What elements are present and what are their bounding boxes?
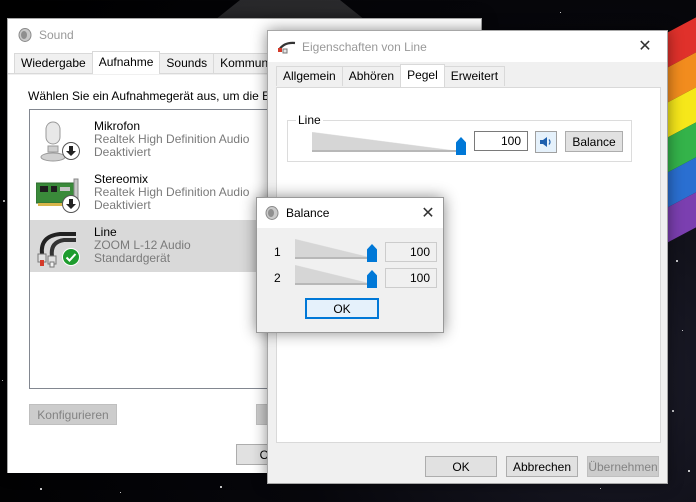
channel-label: 2: [274, 271, 281, 285]
channel-1-slider[interactable]: [295, 239, 377, 262]
close-icon: ✕: [421, 205, 435, 222]
device-item-stereomix[interactable]: Stereomix Realtek High Definition Audio …: [30, 167, 270, 219]
balance-dialog-title: Balance: [286, 206, 330, 220]
device-status: Standardgerät: [94, 251, 171, 265]
sound-window-title: Sound: [39, 27, 74, 42]
line-level-group: Line 100 Balance: [287, 113, 632, 162]
channel-2-slider[interactable]: [295, 265, 377, 288]
down-arrow-icon: [62, 195, 80, 213]
slider-ramp: [295, 239, 377, 259]
slider-ramp: [312, 132, 466, 152]
slider-ramp: [295, 265, 377, 285]
channel-1-value[interactable]: 100: [385, 242, 437, 262]
tab-sounds[interactable]: Sounds: [159, 53, 215, 73]
line-level-slider[interactable]: [312, 132, 466, 155]
tab-abhoeren[interactable]: Abhören: [341, 66, 402, 86]
mute-toggle-button[interactable]: [535, 131, 557, 153]
properties-tabs: Allgemein Abhören Pegel Erweitert: [268, 62, 667, 87]
properties-close-button[interactable]: ✕: [623, 31, 667, 61]
balance-dialog: Balance ✕ 1 100 2 100 OK: [256, 197, 444, 333]
tab-erweitert[interactable]: Erweitert: [443, 66, 506, 86]
instruction-text: Wählen Sie ein Aufnahmegerät aus, um die…: [28, 89, 280, 103]
slider-track: [295, 283, 377, 285]
slider-track: [295, 257, 377, 259]
cable-app-icon: [278, 41, 296, 53]
configure-button[interactable]: Konfigurieren: [29, 404, 117, 425]
slider-track: [312, 150, 466, 152]
line-group-label: Line: [296, 113, 323, 127]
device-status: Deaktiviert: [94, 145, 151, 159]
channel-label: 1: [274, 245, 281, 259]
properties-ok-button[interactable]: OK: [425, 456, 497, 477]
device-driver: Realtek High Definition Audio: [94, 185, 250, 199]
tab-aufnahme[interactable]: Aufnahme: [91, 51, 161, 74]
device-name: Stereomix: [94, 172, 149, 186]
properties-cancel-button[interactable]: Abbrechen: [506, 456, 578, 477]
tab-wiedergabe[interactable]: Wiedergabe: [14, 53, 93, 73]
device-status: Deaktiviert: [94, 198, 151, 212]
properties-titlebar[interactable]: Eigenschaften von Line ✕: [268, 31, 667, 62]
checkmark-icon: [62, 248, 80, 266]
device-driver: Realtek High Definition Audio: [94, 132, 250, 146]
tab-pegel[interactable]: Pegel: [400, 64, 445, 87]
device-name: Mikrofon: [94, 119, 141, 133]
device-driver: ZOOM L-12 Audio: [94, 238, 191, 252]
device-list[interactable]: Mikrofon Realtek High Definition Audio D…: [29, 109, 279, 389]
device-item-line[interactable]: Line ZOOM L-12 Audio Standardgerät: [30, 220, 270, 272]
channel-2-value[interactable]: 100: [385, 268, 437, 288]
close-icon: ✕: [638, 38, 652, 55]
speaker-app-icon: [265, 206, 279, 220]
properties-window-title: Eigenschaften von Line: [302, 39, 427, 54]
balance-ok-button[interactable]: OK: [305, 298, 379, 319]
properties-apply-button[interactable]: Übernehmen: [587, 456, 659, 477]
tab-allgemein[interactable]: Allgemein: [276, 66, 343, 86]
line-level-value[interactable]: 100: [474, 131, 528, 151]
balance-close-button[interactable]: ✕: [413, 198, 443, 228]
device-name: Line: [94, 225, 117, 239]
device-item-mikrofon[interactable]: Mikrofon Realtek High Definition Audio D…: [30, 114, 270, 166]
speaker-icon: [540, 137, 551, 147]
balance-button[interactable]: Balance: [565, 131, 623, 152]
speaker-app-icon: [18, 27, 32, 42]
balance-titlebar[interactable]: Balance ✕: [257, 198, 443, 228]
down-arrow-icon: [62, 142, 80, 160]
